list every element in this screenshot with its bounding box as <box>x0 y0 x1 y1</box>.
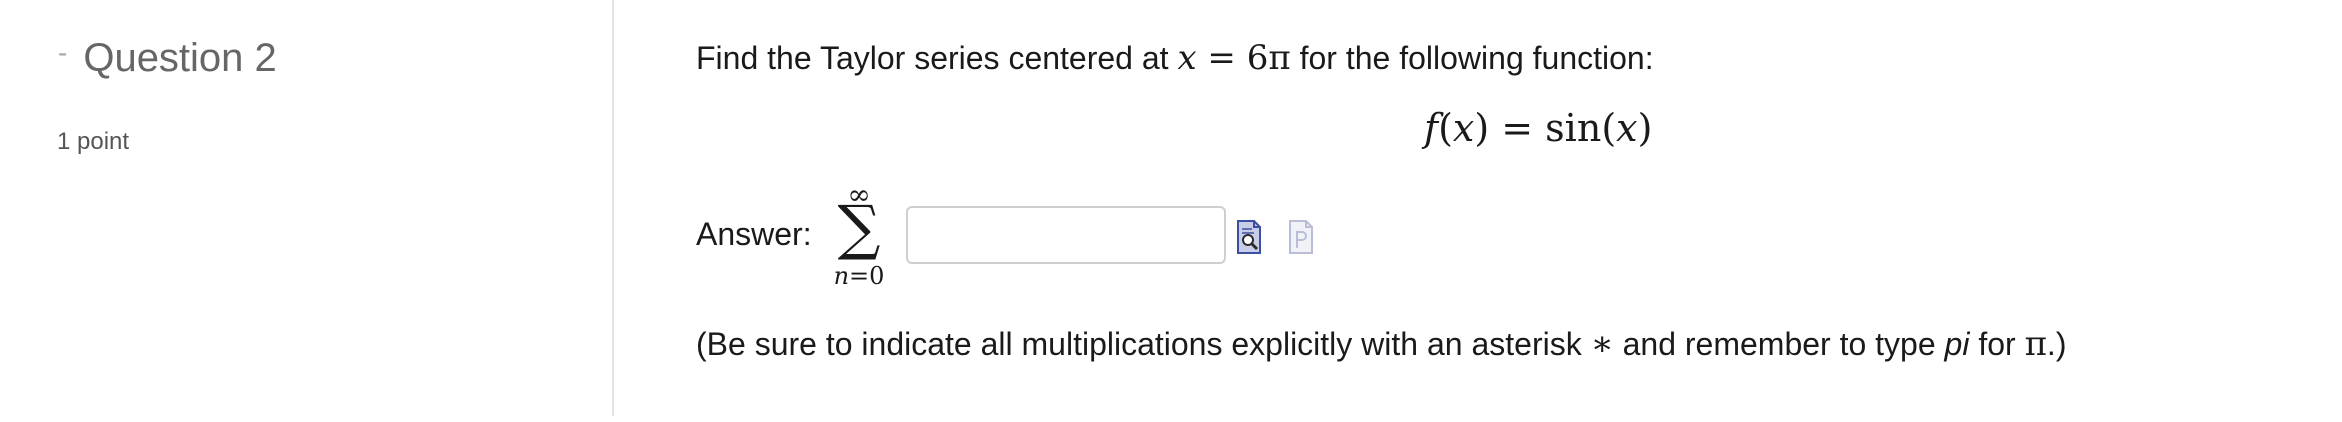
note-part-1: (Be sure to indicate all multiplications… <box>696 326 1591 362</box>
sum-lower-value: =0 <box>849 262 885 290</box>
question-title: Question 2 <box>83 36 277 80</box>
note-part-2: and remember to type <box>1613 326 1945 362</box>
prompt-text-before: Find the Taylor series centered at <box>696 40 1178 76</box>
center-value: = 6π <box>1196 38 1291 78</box>
answer-row: Answer: ∞ ∑ n=0 <box>696 178 1396 294</box>
summation-symbol: ∞ ∑ n=0 <box>828 178 890 294</box>
pi-word: pi <box>1944 326 1970 362</box>
instruction-note: (Be sure to indicate all multiplications… <box>696 324 2066 364</box>
problem-prompt: Find the Taylor series centered at x = 6… <box>696 38 1654 78</box>
asterisk-symbol: ∗ <box>1590 324 1614 364</box>
center-variable: x <box>1177 38 1197 78</box>
note-part-4: .) <box>2046 326 2067 362</box>
pi-symbol: π <box>2024 324 2047 364</box>
function-arg: x <box>1452 106 1475 150</box>
question-sidebar: - Question 2 1 point <box>0 0 614 416</box>
function-rhs-arg: x <box>1616 106 1638 150</box>
question-points: 1 point <box>57 128 130 155</box>
center-expression: x = 6π <box>1177 38 1290 78</box>
sum-lower-limit: n=0 <box>828 262 890 290</box>
sum-index: n <box>833 262 850 290</box>
answer-label: Answer: <box>696 216 812 252</box>
collapse-icon[interactable]: - <box>58 37 67 69</box>
note-part-3: for <box>1969 326 2025 362</box>
equation-entry-icon[interactable] <box>1288 220 1314 254</box>
answer-input[interactable] <box>906 206 1226 264</box>
function-equation: f(x) = sin(x) <box>1424 106 1653 150</box>
function-rhs: sin <box>1545 106 1602 150</box>
sigma-glyph: ∑ <box>837 193 881 263</box>
function-name: f <box>1424 106 1439 150</box>
prompt-text-after: for the following function: <box>1290 40 1654 76</box>
equation-preview-icon[interactable] <box>1236 220 1262 254</box>
question-body: Find the Taylor series centered at x = 6… <box>696 0 2316 422</box>
question-header[interactable]: - Question 2 <box>58 36 277 81</box>
